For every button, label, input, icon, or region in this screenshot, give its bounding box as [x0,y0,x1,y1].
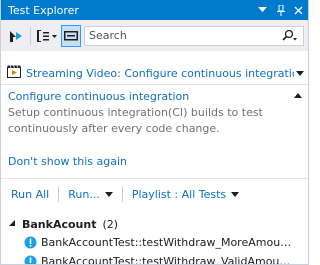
run-dropdown-button[interactable]: Run... [68,188,113,201]
search-input[interactable] [85,28,275,43]
test-explorer-window: Test Explorer Search Streaming Video: Co… [0,0,309,265]
playlist-label: Playlist : All Tests [131,187,227,201]
search-icon[interactable] [275,29,303,42]
test-tree: BankAcount (2) BankAccountTest::testWith… [1,209,308,265]
info-panel: Configure continuous integration Setup c… [1,85,308,137]
not-run-test-icon [24,236,37,249]
video-banner[interactable]: Streaming Video: Configure continuous in… [1,62,308,85]
test-item[interactable]: BankAccountTest::testWithdraw_MoreAmount… [1,233,308,252]
video-banner-link[interactable]: Streaming Video: Configure continuous in… [26,67,294,80]
run-failed-icon[interactable] [5,26,25,46]
info-description-line: Setup continuous integration(CI) builds … [8,106,263,119]
window-menu-icon[interactable] [255,3,270,18]
test-item[interactable]: BankAccountTest::testWithdraw_ValidAmoun… [1,252,308,265]
run-label: Run... [68,187,100,201]
group-count: (2) [102,217,119,231]
chevron-down-icon [231,190,240,199]
close-icon[interactable] [291,3,306,18]
banner-dropdown-icon[interactable] [296,69,304,78]
group-name: BankAcount [22,217,97,231]
run-bar-separator [121,186,123,202]
info-description-line: continuously after every code change. [8,122,220,135]
chevron-down-icon [104,190,113,199]
run-bar: Run All Run... Playlist : All Tests [1,179,308,209]
expand-triangle-icon[interactable] [8,219,22,229]
info-description: Setup continuous integration(CI) builds … [8,105,300,137]
toolbar-separator [30,26,31,45]
not-run-test-icon [24,255,37,264]
pin-icon[interactable] [273,3,288,18]
test-name: BankAccountTest::testWithdraw_MoreAmount… [41,236,297,249]
toolbar [1,20,308,51]
title-bar: Test Explorer [1,0,308,20]
collapse-up-icon[interactable] [294,91,302,100]
window-title: Test Explorer [8,3,79,17]
dont-show-again-link[interactable]: Don't show this again [1,154,308,179]
search-box[interactable] [84,25,304,46]
playlist-icon[interactable] [61,24,81,47]
info-heading[interactable]: Configure continuous integration [8,89,300,104]
video-icon [7,65,21,81]
run-bar-separator [58,186,60,202]
run-all-button[interactable]: Run All [11,188,49,201]
tree-group-bankacount[interactable]: BankAcount (2) [1,215,308,233]
group-by-icon[interactable] [34,26,60,46]
playlist-dropdown-button[interactable]: Playlist : All Tests [131,187,240,201]
test-name: BankAccountTest::testWithdraw_ValidAmoun… [41,255,297,265]
